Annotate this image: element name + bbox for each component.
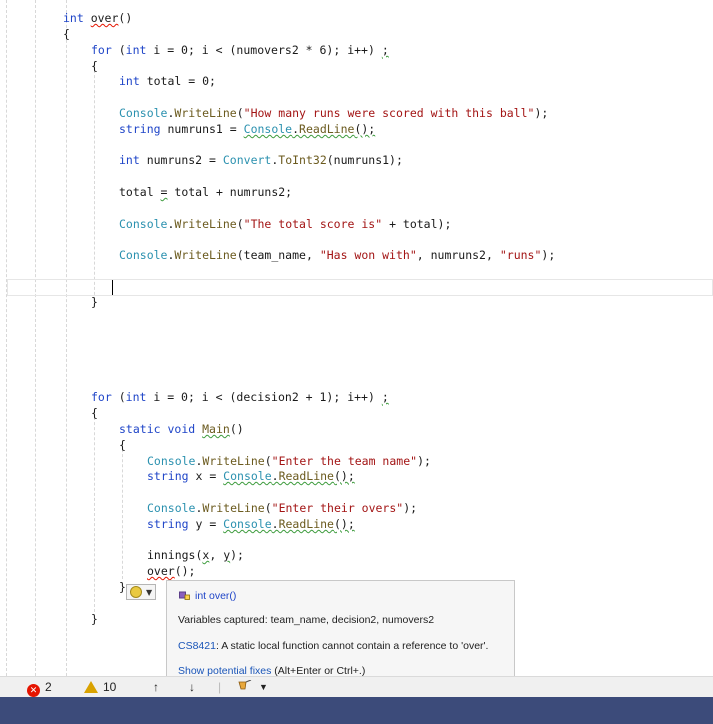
chevron-down-icon[interactable]: ▼ bbox=[259, 682, 268, 692]
text-caret bbox=[112, 280, 113, 295]
code-line[interactable]: { bbox=[63, 26, 70, 42]
indent-guide bbox=[6, 0, 7, 676]
previous-issue-button[interactable]: ↑ bbox=[153, 680, 159, 694]
code-line[interactable]: int over() bbox=[63, 10, 132, 26]
code-line[interactable]: } bbox=[119, 579, 126, 595]
indent-guide bbox=[35, 0, 36, 676]
indent-guide bbox=[94, 412, 95, 612]
quick-actions-button[interactable]: ▼ bbox=[126, 584, 156, 600]
code-line[interactable]: static void Main() bbox=[119, 421, 244, 437]
code-line[interactable]: { bbox=[91, 58, 98, 74]
indent-guide bbox=[94, 65, 95, 305]
indent-guide bbox=[66, 0, 67, 676]
error-count[interactable]: ✕ 2 bbox=[27, 680, 52, 697]
code-line[interactable]: int total = 0; bbox=[119, 73, 216, 89]
code-line[interactable]: Console.WriteLine("Enter their overs"); bbox=[147, 500, 417, 516]
code-line[interactable]: Console.WriteLine("The total score is" +… bbox=[119, 216, 451, 232]
next-issue-button[interactable]: ↓ bbox=[189, 680, 195, 694]
code-line[interactable]: for (int i = 0; i < (numovers2 * 6); i++… bbox=[91, 42, 389, 58]
chevron-down-icon: ▼ bbox=[146, 588, 153, 597]
code-line[interactable]: innings(x, y); bbox=[147, 547, 244, 563]
cleanup-brush-icon[interactable] bbox=[238, 679, 252, 695]
code-line[interactable]: { bbox=[119, 437, 126, 453]
code-line[interactable]: total = total + numruns2; bbox=[119, 184, 292, 200]
error-code-link[interactable]: CS8421 bbox=[178, 640, 216, 652]
code-line[interactable]: Console.WriteLine("Enter the team name")… bbox=[147, 453, 431, 469]
code-line[interactable]: Console.WriteLine(team_name, "Has won wi… bbox=[119, 247, 555, 263]
lightbulb-icon bbox=[130, 586, 142, 598]
tooltip-captured-vars: Variables captured: team_name, decision2… bbox=[178, 614, 435, 626]
separator: | bbox=[218, 680, 222, 694]
code-line[interactable]: { bbox=[91, 405, 98, 421]
warning-icon bbox=[84, 681, 98, 693]
code-line[interactable]: for (int i = 0; i < (decision2 + 1); i++… bbox=[91, 389, 389, 405]
code-line[interactable]: } bbox=[91, 294, 98, 310]
indent-guide bbox=[122, 444, 123, 579]
code-line[interactable]: string x = Console.ReadLine(); bbox=[147, 468, 355, 484]
code-line[interactable]: over(); bbox=[147, 563, 195, 579]
tooltip-signature: int over() bbox=[195, 590, 237, 602]
code-line[interactable]: int numruns2 = Convert.ToInt32(numruns1)… bbox=[119, 152, 403, 168]
local-function-icon bbox=[179, 591, 190, 600]
code-line[interactable]: } bbox=[91, 611, 98, 627]
code-line[interactable]: Console.WriteLine("How many runs were sc… bbox=[119, 105, 548, 121]
quickinfo-tooltip: int over() Variables captured: team_name… bbox=[166, 580, 515, 681]
tooltip-error: CS8421: A static local function cannot c… bbox=[178, 640, 489, 652]
warning-count[interactable]: 10 bbox=[84, 680, 116, 694]
window-bottom-bar bbox=[0, 697, 713, 724]
code-line[interactable]: string numruns1 = Console.ReadLine(); bbox=[119, 121, 375, 137]
code-line[interactable]: string y = Console.ReadLine(); bbox=[147, 516, 355, 532]
editor-status-bar: ✕ 2 10 ↑ ↓ | ▼ bbox=[0, 676, 713, 697]
error-icon: ✕ bbox=[27, 684, 40, 697]
